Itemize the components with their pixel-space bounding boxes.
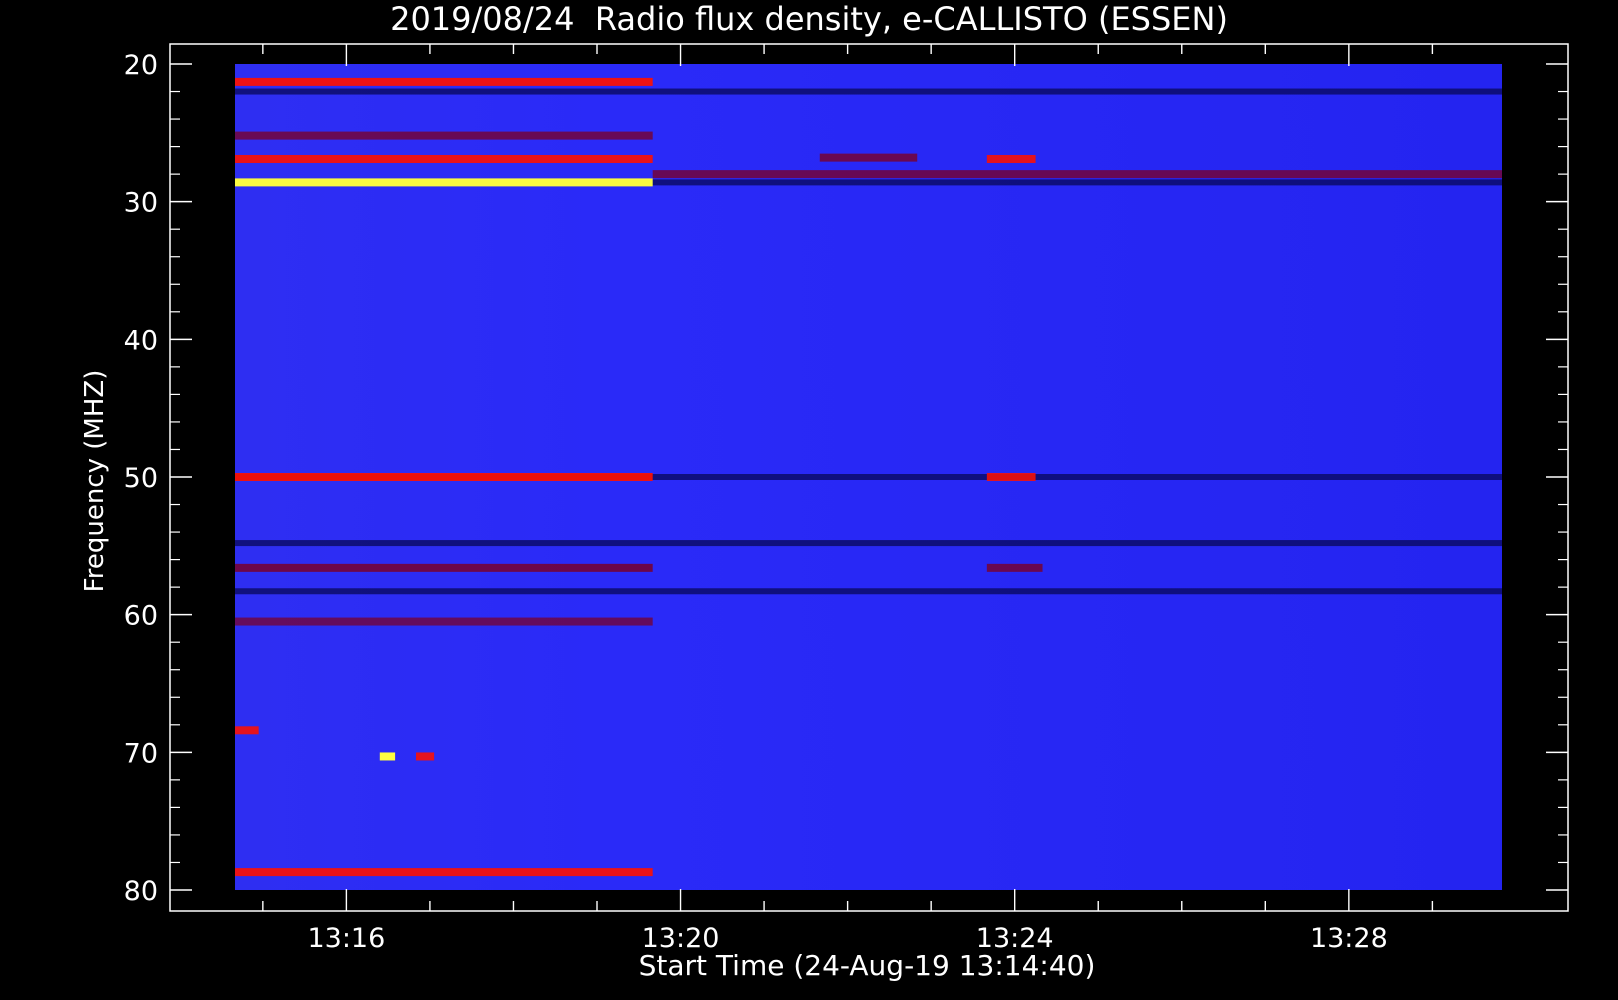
burst-mark [652, 170, 1502, 179]
burst-mark [235, 563, 653, 572]
y-axis-label: Frequency (MHZ) [80, 370, 110, 593]
burst-mark [235, 868, 653, 877]
dark-band [235, 540, 1502, 547]
dark-band [235, 588, 1502, 595]
x-axis-label: Start Time (24-Aug-19 13:14:40) [639, 949, 1096, 982]
burst-mark [235, 726, 259, 735]
burst-mark [986, 473, 1036, 481]
spectrogram-chart: 2019/08/24 Radio flux density, e-CALLIST… [80, 0, 1569, 982]
y-tick-label: 80 [124, 876, 158, 907]
y-tick-label: 30 [124, 188, 158, 219]
burst-mark [235, 131, 653, 140]
burst-mark [235, 473, 653, 481]
y-tick-label: 70 [124, 738, 158, 769]
chart-title: 2019/08/24 Radio flux density, e-CALLIST… [390, 0, 1228, 38]
y-tick-label: 20 [124, 50, 158, 81]
burst-mark [986, 563, 1043, 572]
y-tick-label: 40 [124, 325, 158, 356]
burst-mark [986, 154, 1036, 163]
burst-mark [235, 617, 653, 626]
y-tick-label: 50 [124, 463, 158, 494]
y-tick-labels: 20 30 40 50 60 70 80 [124, 50, 158, 907]
x-tick-label: 13:16 [307, 923, 385, 954]
y-tick-label: 60 [124, 601, 158, 632]
burst-mark [235, 77, 653, 86]
burst-mark [235, 154, 653, 163]
burst-mark [235, 178, 653, 187]
burst-mark [819, 153, 918, 162]
burst-mark [379, 752, 396, 761]
x-tick-label: 13:28 [1310, 923, 1388, 954]
dark-band [235, 88, 1502, 95]
burst-mark [416, 752, 435, 761]
